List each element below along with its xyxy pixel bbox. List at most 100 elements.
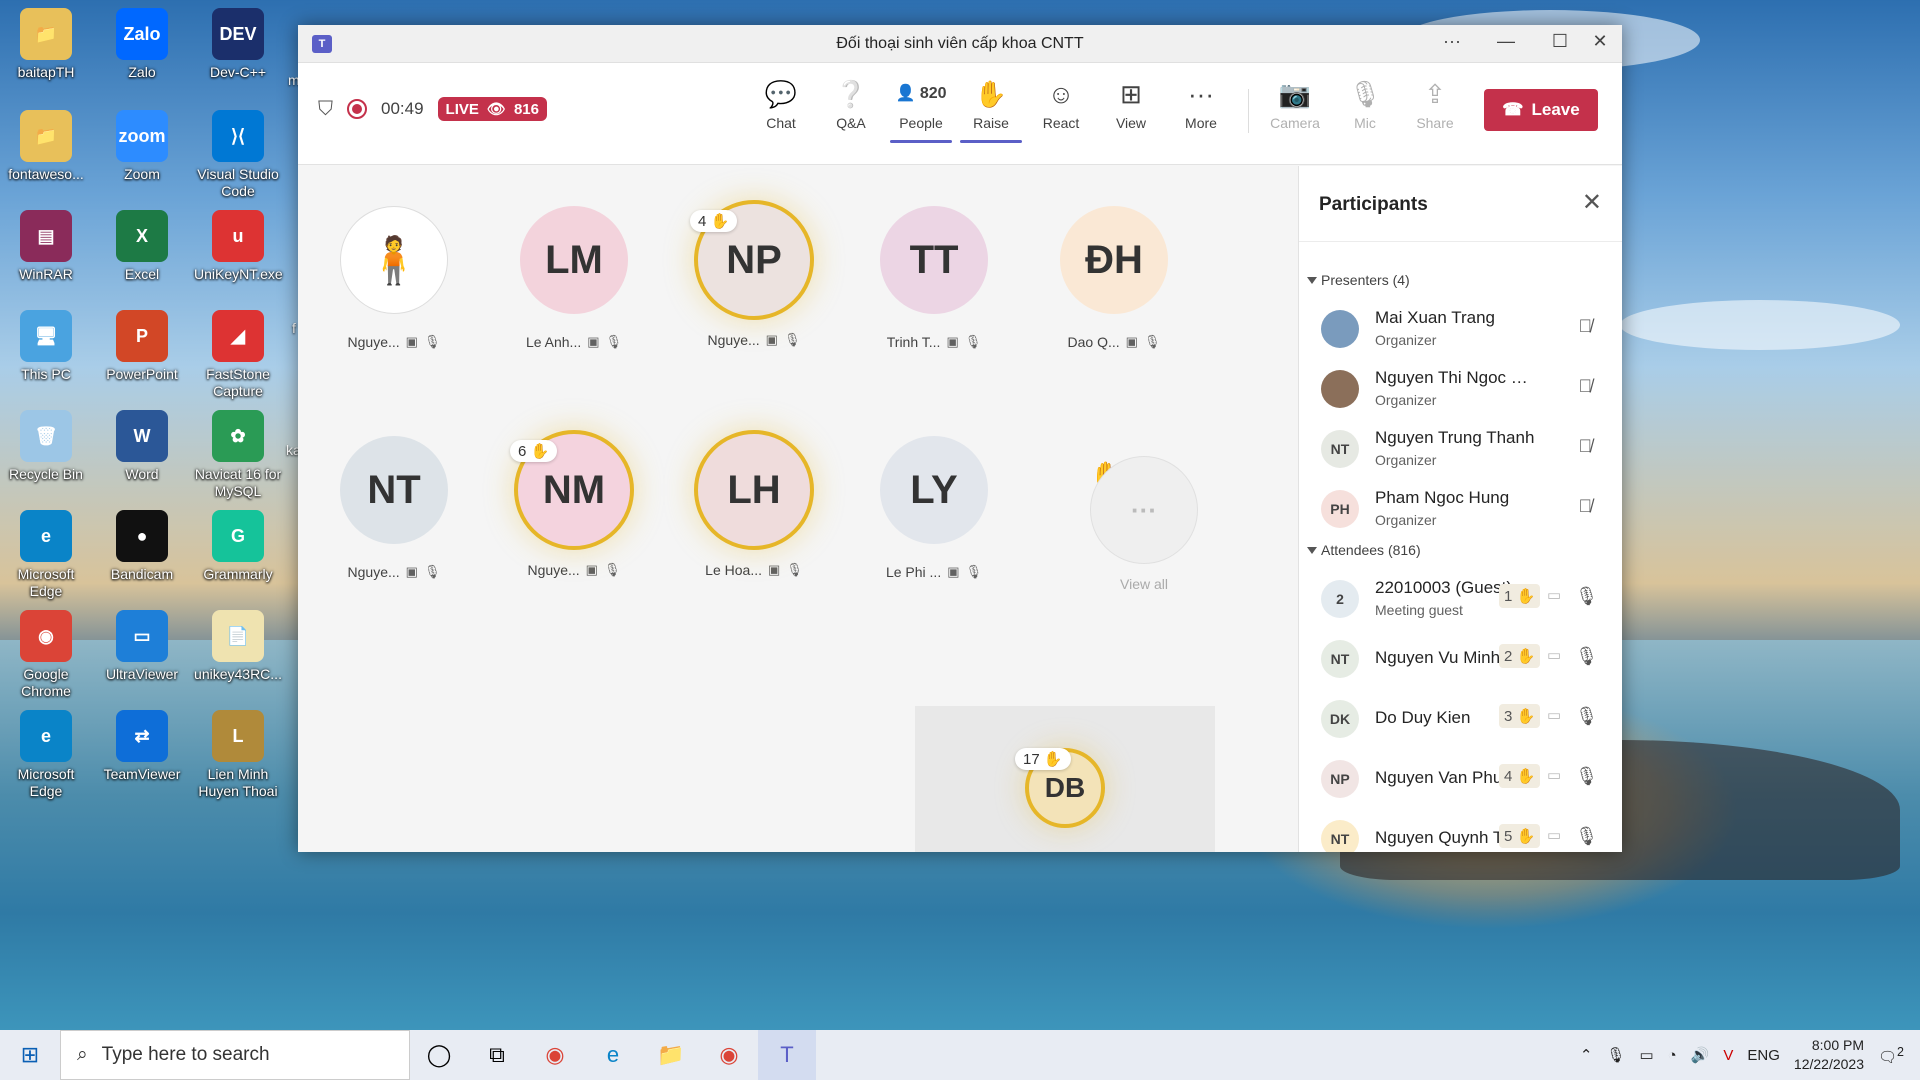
camera-button[interactable]: 📷 Camera [1264,77,1326,131]
volume-icon[interactable]: 🔊 [1691,1046,1710,1064]
participant-avatar: NT [340,436,448,544]
minimize-button[interactable]: — [1486,31,1526,52]
system-tray: ⌃ 🎙 ▭ ◔ 🔊 V ENG 8:00 PM 12/22/2023 🗨2 [1580,1030,1920,1080]
chrome-profile-taskbar-icon[interactable]: ◉ [700,1030,758,1080]
attendee-row[interactable]: NT Nguyen Vu Minh T... 2 ✋ ▭ 🎙 [1299,628,1622,688]
participant-tile[interactable]: NP 4 ✋ Nguye... ▣ 🎙 [684,200,824,348]
raise-hand-button[interactable]: ✋ Raise [960,77,1022,143]
people-button[interactable]: 👤 820 People [890,77,952,143]
language-indicator[interactable]: ENG [1747,1047,1780,1064]
mic-tray-icon[interactable]: 🎙 [1606,1046,1625,1064]
mic-icon[interactable]: 🎙 [1575,646,1598,667]
presenter-row[interactable]: Mai Xuan Trang Organizer 🎙̸ [1299,298,1622,358]
desktop-icon[interactable]: ◢ FastStone Capture [194,310,282,400]
notification-icon[interactable]: 🗨2 [1878,1045,1904,1066]
desktop-icon[interactable]: X Excel [98,210,186,283]
mic-icon[interactable]: 🎙 [1575,766,1598,787]
mic-icon[interactable]: 🎙 [1575,706,1598,727]
desktop-icon[interactable]: Zalo Zalo [98,8,186,81]
title-bar: T Đối thoại sinh viên cấp khoa CNTT ··· … [298,25,1622,63]
mic-muted-icon[interactable]: 🎙̸ [1579,316,1593,337]
chat-button[interactable]: 💬 Chat [750,77,812,131]
desktop-icon-image: L [212,710,264,762]
desktop-icon[interactable]: ● Bandicam [98,510,186,583]
maximize-button[interactable]: ☐ [1540,31,1580,52]
desktop-icon[interactable]: G Grammarly [194,510,282,583]
wifi-icon[interactable]: ◔ [1668,1047,1677,1064]
participant-tile[interactable]: 🧍 Nguye... ▣ 🎙 [324,200,464,350]
chevron-up-icon[interactable]: ⌃ [1580,1046,1593,1064]
participant-tile[interactable]: TT Trinh T... ▣ 🎙 [864,200,1004,350]
share-button[interactable]: ⇪ Share [1404,77,1466,131]
desktop-icon[interactable]: ▤ WinRAR [2,210,90,283]
start-button[interactable]: ⊞ [0,1030,60,1080]
desktop-icon[interactable]: ✿ Navicat 16 for MySQL [194,410,282,500]
desktop-icon[interactable]: e Microsoft Edge [2,710,90,800]
clock[interactable]: 8:00 PM 12/22/2023 [1794,1036,1864,1074]
desktop-icon[interactable]: 📄 unikey43RC... [194,610,282,683]
participant-tile[interactable]: NT Nguye... ▣ 🎙 [324,430,464,580]
desktop-icon[interactable]: W Word [98,410,186,483]
desktop-icon-label: UniKeyNT.exe [194,266,283,282]
desktop-icon[interactable]: 🗑 Recycle Bin [2,410,90,483]
participant-avatar: NT [1321,430,1359,468]
desktop-icon-image: ◢ [212,310,264,362]
participants-panel: Participants ✕ Presenters (4) Mai Xuan T… [1298,166,1622,852]
participant-tile[interactable]: LM Le Anh... ▣ 🎙 [504,200,644,350]
attendee-row[interactable]: NP Nguyen Van Phuc 4 ✋ ▭ 🎙 [1299,748,1622,808]
qa-button[interactable]: ❔ Q&A [820,77,882,131]
mic-icon[interactable]: 🎙 [1575,826,1598,847]
desktop-icon[interactable]: DEV Dev-C++ [194,8,282,81]
more-button[interactable]: ··· More [1170,77,1232,131]
attendee-row[interactable]: NT Nguyen Quynh Tra... 5 ✋ ▭ 🎙 [1299,808,1622,852]
attendees-list: 2 22010003 (Guest) Meeting guest 1 ✋ ▭ 🎙 NT Ngu… [1299,568,1622,852]
mic-muted-icon[interactable]: 🎙̸ [1579,496,1593,517]
participant-tile[interactable]: ĐH Dao Q... ▣ 🎙 [1044,200,1184,350]
desktop-icon[interactable]: u UniKeyNT.exe [194,210,283,283]
desktop-icon[interactable]: e Microsoft Edge [2,510,90,600]
attendee-row[interactable]: DK Do Duy Kien 3 ✋ ▭ 🎙 [1299,688,1622,748]
participant-tile[interactable]: LY Le Phi ... ▣ 🎙 [864,430,1004,580]
view-button[interactable]: ⊞ View [1100,77,1162,131]
react-button[interactable]: ☺ React [1030,77,1092,131]
desktop-icon[interactable]: ⟩⟨ Visual Studio Code [194,110,282,200]
view-all-tile[interactable]: ✋ ··· View all [1074,456,1214,592]
presenters-section-toggle[interactable]: Presenters (4) [1299,268,1622,292]
attendee-row[interactable]: 2 22010003 (Guest) Meeting guest 1 ✋ ▭ 🎙 [1299,568,1622,628]
chrome-taskbar-icon[interactable]: ◉ [526,1030,584,1080]
desktop-icon[interactable]: ⇄ TeamViewer [98,710,186,783]
cortana-icon[interactable]: ◯ [410,1030,468,1080]
more-options-button[interactable]: ··· [1432,31,1472,52]
taskbar-search[interactable]: ⌕ Type here to search [60,1030,410,1080]
battery-icon[interactable]: ▭ [1639,1046,1653,1064]
mic-muted-icon[interactable]: 🎙̸ [1579,436,1593,457]
desktop-icon-label: baitapTH [17,64,75,80]
camera-off-icon: ▭ [1547,767,1562,784]
task-view-icon[interactable]: ⧉ [468,1030,526,1080]
desktop-icon[interactable]: P PowerPoint [98,310,186,383]
unikey-icon[interactable]: V [1723,1047,1733,1064]
participant-tile[interactable]: LH Le Hoa... ▣ 🎙 [684,430,824,578]
leave-button[interactable]: ☎ Leave [1484,89,1598,131]
teams-taskbar-icon[interactable]: T [758,1030,816,1080]
desktop-icon[interactable]: L Lien Minh Huyen Thoai [194,710,282,800]
edge-taskbar-icon[interactable]: e [584,1030,642,1080]
mic-icon[interactable]: 🎙 [1575,586,1598,607]
desktop-icon[interactable]: 🖥 This PC [2,310,90,383]
desktop-icon[interactable]: ▭ UltraViewer [98,610,186,683]
attendees-section-toggle[interactable]: Attendees (816) [1299,538,1622,562]
participant-tile[interactable]: NM 6 ✋ Nguye... ▣ 🎙 [504,430,644,578]
desktop-icon[interactable]: ◉ Google Chrome [2,610,90,700]
presenter-row[interactable]: PH Pham Ngoc Hung Organizer 🎙̸ [1299,478,1622,538]
desktop-icon[interactable]: 📁 fontaweso... [2,110,90,183]
close-window-button[interactable]: ✕ [1580,31,1620,52]
desktop-icon[interactable]: 📁 baitapTH [2,8,90,81]
presenter-row[interactable]: Nguyen Thi Ngoc Lan Organizer 🎙̸ [1299,358,1622,418]
panel-title: Participants [1319,194,1428,215]
mic-muted-icon[interactable]: 🎙̸ [1579,376,1593,397]
mic-button[interactable]: 🎙 Mic [1334,77,1396,131]
file-explorer-icon[interactable]: 📁 [642,1030,700,1080]
desktop-icon[interactable]: zoom Zoom [98,110,186,183]
close-panel-button[interactable]: ✕ [1582,188,1602,217]
presenter-row[interactable]: NT Nguyen Trung Thanh Organizer 🎙̸ [1299,418,1622,478]
